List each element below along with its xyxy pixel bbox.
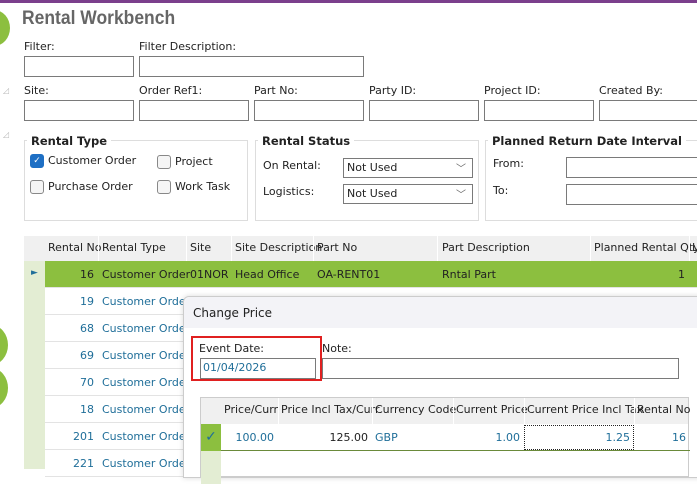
cell-part-description: Rntal Part — [442, 268, 496, 281]
price-grid: ✓ Price/Curr 100.00 Price Incl Tax/Curr 125… — [200, 397, 690, 484]
app-logo — [0, 10, 10, 46]
price-cell-current-price-incl-tax[interactable]: 1.25 — [527, 431, 631, 444]
price-cell-rental-no[interactable]: 16 — [637, 431, 686, 444]
cell-rental-type: Customer Order — [102, 430, 191, 443]
cell-rental-no: 16 — [80, 268, 94, 281]
created-by-label: Created By: — [599, 84, 663, 97]
cell-part-no: OA-RENT01 — [317, 268, 381, 281]
filter-input[interactable] — [24, 56, 134, 77]
customer-order-label: Customer Order — [48, 154, 137, 167]
rental-status-group — [255, 140, 479, 221]
price-cell-current-price[interactable]: 1.00 — [456, 431, 521, 444]
price-col-currency-code[interactable]: Currency Code — [375, 403, 456, 416]
party-id-label: Party ID: — [369, 84, 417, 97]
cell-rental-type: Customer Order — [102, 457, 191, 470]
price-col-current-price-incl-tax[interactable]: Current Price Incl Tax — [527, 403, 643, 416]
cell-qty: 1 — [678, 268, 685, 281]
col-site[interactable]: Site — [190, 241, 211, 254]
price-col-price-curr[interactable]: Price/Curr — [224, 403, 278, 416]
note-label: Note: — [322, 342, 352, 355]
side-decoration — [0, 325, 8, 365]
top-accent-bar — [0, 0, 697, 3]
price-col-current-price[interactable]: Current Price — [456, 403, 528, 416]
rental-type-title: Rental Type — [27, 134, 112, 148]
on-rental-select[interactable]: Not Used ﹀ — [343, 158, 473, 178]
created-by-input[interactable] — [599, 100, 697, 121]
from-date-input[interactable] — [566, 157, 697, 178]
change-price-dialog: Change Price Event Date: 01/04/2026 Note… — [183, 296, 697, 484]
page-title: Rental Workbench — [22, 8, 176, 29]
cell-rental-no: 19 — [80, 295, 94, 308]
part-no-label: Part No: — [254, 84, 298, 97]
party-id-input[interactable] — [369, 100, 479, 121]
collapse-icon[interactable]: ◿ — [3, 86, 9, 95]
work-task-checkbox[interactable] — [157, 180, 171, 194]
side-decoration — [0, 368, 8, 408]
purchase-order-label: Purchase Order — [48, 180, 133, 193]
price-cell-price-curr[interactable]: 100.00 — [224, 431, 275, 444]
cell-rental-no: 69 — [80, 349, 94, 362]
cell-site: 01NOR — [190, 268, 229, 281]
col-part-no[interactable]: Part No — [317, 241, 357, 254]
cell-rental-no: 68 — [80, 322, 94, 335]
note-input[interactable] — [322, 358, 679, 379]
part-no-input[interactable] — [254, 100, 364, 121]
cell-rental-type: Customer Order — [102, 403, 191, 416]
return-interval-group — [485, 140, 697, 221]
return-interval-title: Planned Return Date Interval — [488, 134, 686, 148]
site-label: Site: — [24, 84, 49, 97]
filter-label: Filter: — [24, 40, 55, 53]
cell-rental-no: 70 — [80, 376, 94, 389]
to-label: To: — [493, 184, 509, 197]
purchase-order-checkbox[interactable] — [30, 180, 44, 194]
customer-order-checkbox[interactable]: ✓ — [30, 154, 44, 168]
row-indicator-column — [24, 261, 45, 469]
cell-rental-type: Customer Order — [102, 376, 191, 389]
price-cell-currency-code[interactable]: GBP — [375, 431, 449, 444]
cell-rental-type: Customer Order — [102, 268, 191, 281]
cell-site-description: Head Office — [235, 268, 300, 281]
chevron-down-icon: ﹀ — [456, 164, 466, 175]
event-date-input[interactable]: 01/04/2026 — [200, 358, 316, 379]
event-date-label: Event Date: — [199, 342, 265, 355]
cell-rental-type: Customer Order — [102, 322, 191, 335]
price-col-rental-no[interactable]: Rental No — [637, 403, 690, 416]
on-rental-label: On Rental: — [263, 159, 321, 172]
price-cell-price-incl-tax-curr[interactable]: 125.00 — [281, 431, 369, 444]
col-part-description[interactable]: Part Description — [442, 241, 530, 254]
rental-status-title: Rental Status — [258, 134, 355, 148]
dialog-title: Change Price — [193, 306, 273, 320]
col-rental-type[interactable]: Rental Type — [102, 241, 166, 254]
from-label: From: — [493, 157, 524, 170]
work-task-label: Work Task — [175, 180, 231, 193]
collapse-icon[interactable]: ◿ — [3, 130, 9, 139]
order-ref1-input[interactable] — [139, 100, 249, 121]
filter-description-input[interactable] — [139, 56, 364, 77]
current-row-icon: ► — [31, 268, 38, 278]
logistics-value: Not Used — [347, 187, 398, 200]
on-rental-value: Not Used — [347, 161, 398, 174]
cell-rental-no: 201 — [73, 430, 94, 443]
logistics-select[interactable]: Not Used ﹀ — [343, 184, 473, 204]
project-label: Project — [175, 155, 213, 168]
cell-rental-no: 221 — [73, 457, 94, 470]
col-l[interactable]: L — [692, 241, 697, 254]
to-date-input[interactable] — [566, 184, 697, 205]
filter-description-label: Filter Description: — [139, 40, 237, 53]
project-id-input[interactable] — [484, 100, 594, 121]
project-checkbox[interactable] — [157, 155, 171, 169]
project-id-label: Project ID: — [484, 84, 541, 97]
col-site-description[interactable]: Site Description — [235, 241, 322, 254]
cell-rental-type: Customer Order — [102, 295, 191, 308]
logistics-label: Logistics: — [263, 185, 315, 198]
check-icon: ✓ — [201, 424, 221, 451]
cell-rental-no: 18 — [80, 403, 94, 416]
col-rental-no[interactable]: Rental No — [48, 241, 101, 254]
cell-rental-type: Customer Order — [102, 349, 191, 362]
site-input[interactable] — [24, 100, 134, 121]
chevron-down-icon: ﹀ — [456, 190, 466, 201]
order-ref1-label: Order Ref1: — [139, 84, 203, 97]
price-col-price-incl-tax-curr[interactable]: Price Incl Tax/Curr — [281, 403, 380, 416]
col-planned-rental-qty[interactable]: Planned Rental Qty — [594, 241, 697, 254]
